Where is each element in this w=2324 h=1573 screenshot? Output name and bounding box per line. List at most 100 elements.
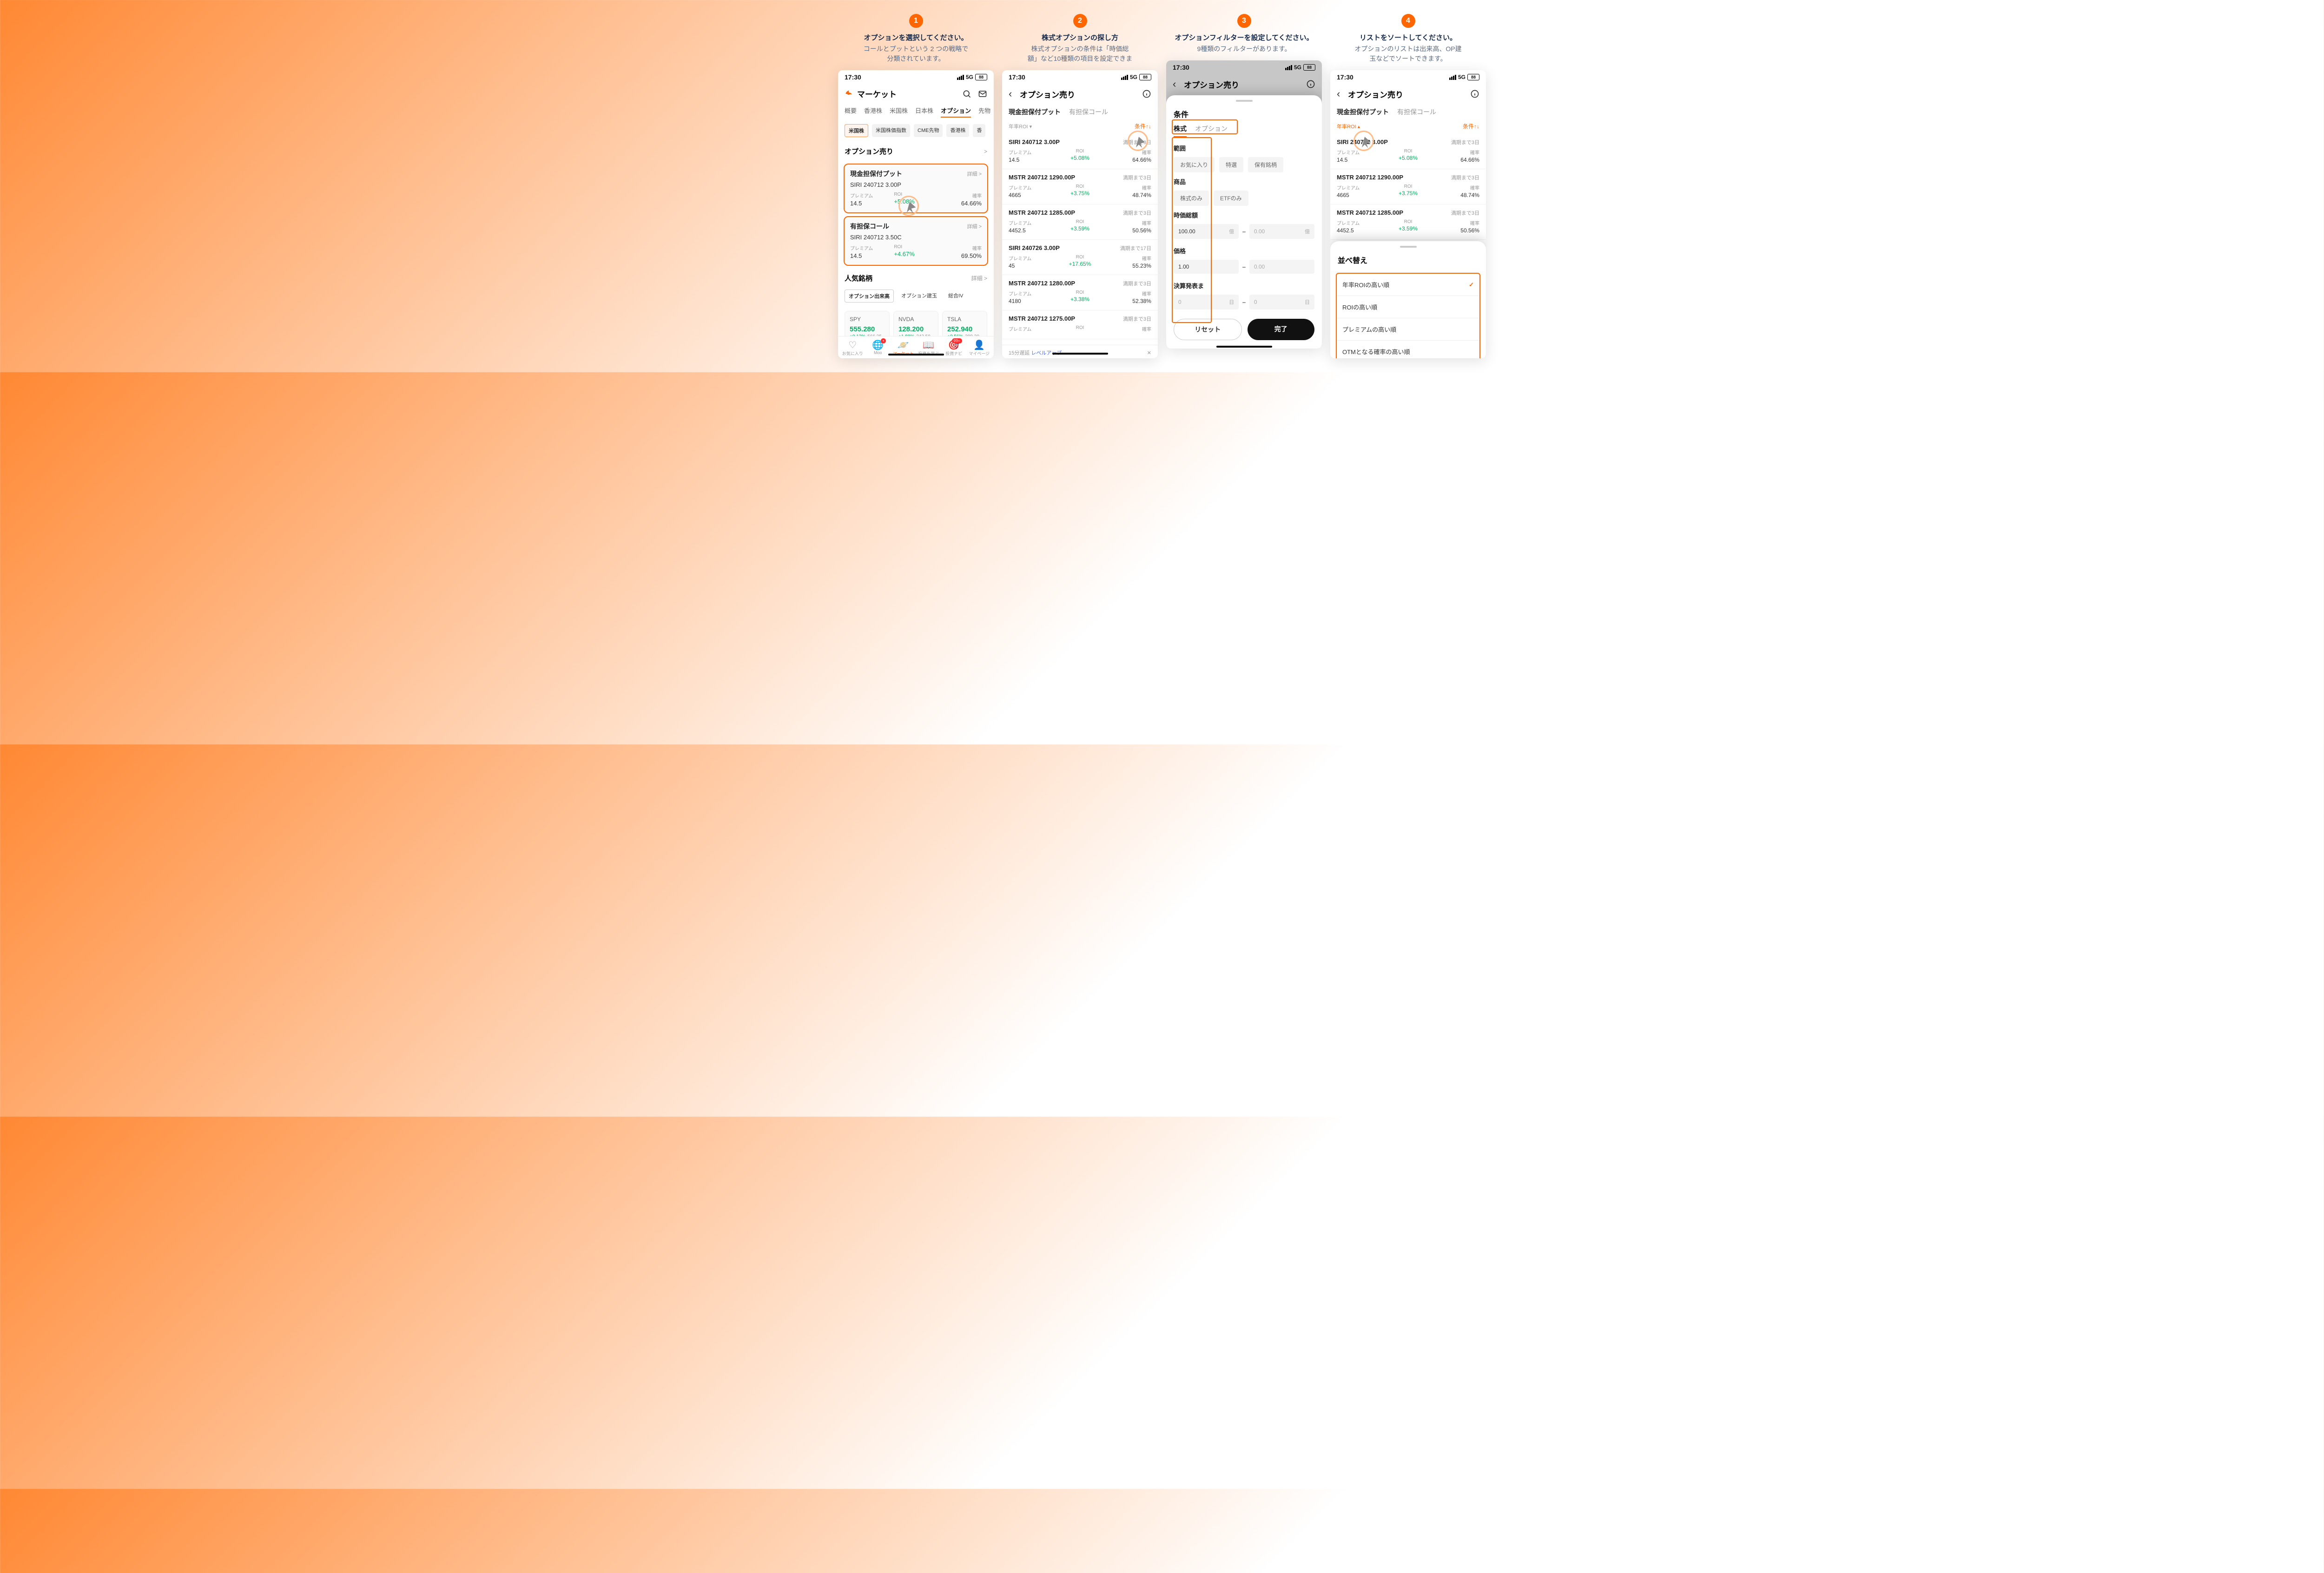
card-title: 有担保コール (850, 222, 889, 231)
sort-option[interactable]: 年率ROIの高い順✓ (1337, 274, 1479, 296)
premium-value: 4452.5 (1009, 227, 1056, 234)
tab-option[interactable]: オプション (941, 106, 971, 118)
option-row[interactable]: MSTR 240712 1290.00P満期まで3日プレミアム4665ROI+3… (1330, 169, 1486, 204)
sort-option[interactable]: ROIの高い順 (1337, 296, 1479, 318)
tab-overview[interactable]: 概要 (845, 106, 857, 118)
chip-stock-only[interactable]: 株式のみ (1174, 191, 1209, 206)
option-row[interactable]: SIRI 240726 3.00P満期まで17日プレミアム45ROI+17.65… (1002, 240, 1158, 275)
tab-hk[interactable]: 香港株 (864, 106, 882, 118)
done-button[interactable]: 完了 (1248, 319, 1315, 340)
pill-cme[interactable]: CME先物 (914, 124, 943, 137)
drag-handle[interactable] (1236, 100, 1253, 102)
card-detail-link[interactable]: 詳細 > (967, 170, 982, 178)
days-to-expiry: 満期まで3日 (1123, 280, 1151, 287)
option-row[interactable]: SIRI 240712 3.00P満期まで3日プレミアム14.5ROI+5.08… (1330, 134, 1486, 169)
nav-favorites[interactable]: ♡お気に入り (840, 339, 865, 356)
filter-section-earnings: 決算発表ま (1166, 276, 1322, 292)
card-cash-secured-put[interactable]: 現金担保付プット 詳細 > SIRI 240712 3.00P プレミアム14.… (844, 164, 988, 213)
page-title: オプション売り (1348, 88, 1403, 100)
reset-button[interactable]: リセット (1174, 319, 1242, 340)
sort-dropdown[interactable]: 年率ROI ▾ (1009, 123, 1032, 130)
conditions-link[interactable]: 条件↑↓ (1463, 122, 1479, 130)
section-option-sell[interactable]: オプション売り > (838, 142, 994, 161)
nav-mypage[interactable]: 👤マイページ (967, 339, 992, 356)
delay-footer: 15分遅延 レベルアップ ✕ (1002, 345, 1158, 358)
chevron-right-icon: 詳細 > (971, 274, 987, 282)
signal-icon (1121, 75, 1128, 80)
cap-to-input[interactable]: 0.00億 (1249, 224, 1314, 239)
option-row[interactable]: MSTR 240712 1285.00P満期まで3日プレミアム4452.5ROI… (1330, 204, 1486, 240)
search-icon[interactable] (962, 89, 971, 99)
filter-tab-stock[interactable]: 株式 (1174, 124, 1187, 137)
card-covered-call[interactable]: 有担保コール 詳細 > SIRI 240712 3.50C プレミアム14.5 … (844, 216, 988, 266)
conditions-link[interactable]: 条件↑↓ (1135, 122, 1151, 130)
section-popular[interactable]: 人気銘柄 詳細 > (838, 269, 994, 288)
option-row[interactable]: MSTR 240712 1285.00P満期まで3日プレミアム4452.5ROI… (1002, 204, 1158, 240)
step-number: 3 (1237, 14, 1251, 28)
pill-more[interactable]: 香 (973, 124, 985, 137)
close-icon[interactable]: ✕ (1147, 350, 1151, 356)
pill-hk[interactable]: 香港株 (946, 124, 969, 137)
tab-jp[interactable]: 日本株 (915, 106, 933, 118)
page-title: オプション売り (1020, 88, 1075, 100)
option-row[interactable]: MSTR 240712 1275.00P満期まで3日プレミアムROI確率 (1002, 310, 1158, 339)
option-row[interactable]: MSTR 240712 1280.00P満期まで3日プレミアム4180ROI+3… (1002, 275, 1158, 310)
cap-from-input[interactable]: 100.00億 (1174, 224, 1239, 239)
drag-handle[interactable] (1400, 246, 1417, 248)
days-to-expiry: 満期まで3日 (1123, 174, 1151, 181)
section-label: 人気銘柄 (845, 273, 872, 283)
price-from-input[interactable]: 1.00 (1174, 260, 1239, 274)
filter-tab-option[interactable]: オプション (1195, 124, 1228, 137)
chevron-right-icon: > (984, 148, 987, 155)
chip-holdings[interactable]: 保有銘柄 (1248, 157, 1283, 172)
sort-option[interactable]: OTMとなる確率の高い順 (1337, 341, 1479, 358)
nav-navi[interactable]: 🎯99+投資ナビ (941, 339, 967, 356)
page-title: オプション売り (1184, 79, 1239, 90)
sort-dropdown[interactable]: 年率ROI ▴ (1337, 123, 1360, 130)
pop-pill-volume[interactable]: オプション出来高 (845, 290, 894, 303)
info-icon[interactable] (1306, 79, 1315, 89)
days-to-expiry: 満期まで3日 (1123, 315, 1151, 322)
battery-icon: 88 (1139, 74, 1151, 80)
roi-value: +3.75% (1384, 190, 1432, 197)
card-detail-link[interactable]: 詳細 > (967, 223, 982, 230)
step-subtitle: コールとプットという 2 つの戦略で 分類されています。 (861, 44, 971, 64)
heart-icon: ♡ (840, 339, 865, 350)
nav-moo[interactable]: 🌐•Moo (865, 339, 891, 356)
chip-etf-only[interactable]: ETFのみ (1214, 191, 1248, 206)
subtab-call[interactable]: 有担保コール (1069, 107, 1108, 117)
phone-screen-4: 17:30 5G88 ‹ オプション売り 現金担保付プット 有担保コール 年率R… (1330, 70, 1486, 358)
tab-us[interactable]: 米国株 (890, 106, 908, 118)
page-header: ‹ オプション売り (1330, 84, 1486, 104)
pop-pill-oi[interactable]: オプション建玉 (898, 290, 941, 303)
pop-pill-iv[interactable]: 総合IV (944, 290, 967, 303)
market-header: マーケット (838, 84, 994, 103)
tab-futures[interactable]: 先物 (978, 106, 990, 118)
pill-us-index[interactable]: 米国株価指数 (872, 124, 910, 137)
subtab-put[interactable]: 現金担保付プット (1337, 107, 1389, 117)
status-bar: 17:30 5G88 (1330, 70, 1486, 84)
phone-screen-3: 17:30 5G88 ‹ オプション売り 条件 株式 オプション 範囲 お気に入… (1166, 60, 1322, 349)
sort-option[interactable]: プレミアムの高い順 (1337, 318, 1479, 341)
earn-from-input[interactable]: 0日 (1174, 295, 1239, 309)
days-to-expiry: 満期まで3日 (1451, 174, 1479, 181)
option-row[interactable]: MSTR 240712 1290.00P満期まで3日プレミアム4665ROI+3… (1002, 169, 1158, 204)
prob-value: 50.56% (1104, 227, 1151, 234)
subtab-call[interactable]: 有担保コール (1397, 107, 1436, 117)
premium-value: 4665 (1337, 192, 1384, 198)
price-to-input[interactable]: 0.00 (1249, 260, 1314, 274)
step-subtitle: 9種類のフィルターがあります。 (1194, 44, 1294, 54)
chip-favorites[interactable]: お気に入り (1174, 157, 1215, 172)
subtab-put[interactable]: 現金担保付プット (1009, 107, 1061, 117)
earn-to-input[interactable]: 0日 (1249, 295, 1314, 309)
mail-icon[interactable] (978, 89, 987, 99)
prob-value: 64.66% (1432, 157, 1479, 163)
back-button[interactable]: ‹ (1337, 88, 1344, 100)
back-button[interactable]: ‹ (1173, 78, 1180, 90)
info-icon[interactable] (1142, 89, 1151, 99)
info-icon[interactable] (1470, 89, 1479, 99)
pill-us[interactable]: 米国株 (845, 124, 868, 137)
option-row[interactable]: SIRI 240712 3.00P満期まで3日プレミアム14.5ROI+5.08… (1002, 134, 1158, 169)
back-button[interactable]: ‹ (1009, 88, 1016, 100)
chip-featured[interactable]: 特選 (1219, 157, 1243, 172)
